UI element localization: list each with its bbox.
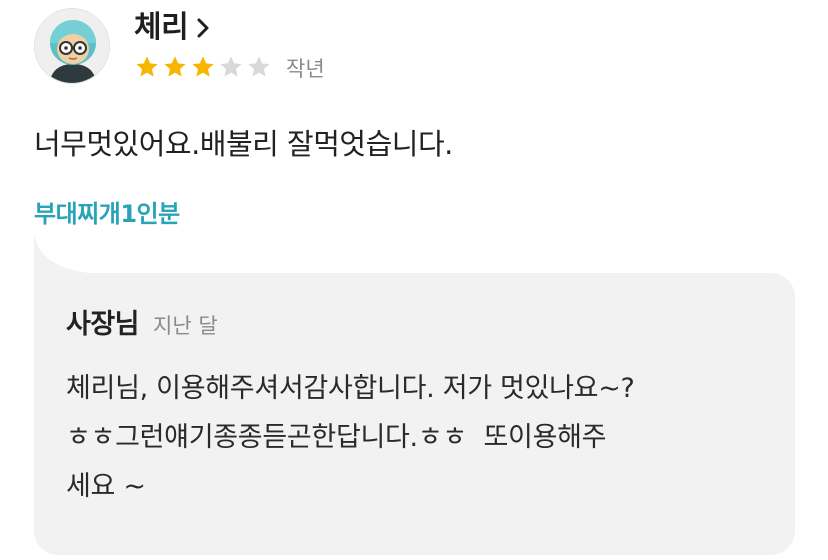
reply-date: 지난 달 <box>153 314 218 338</box>
reply-bubble-tail <box>34 234 94 278</box>
menu-tag[interactable]: 부대찌개1인분 <box>34 197 180 231</box>
star-filled-icon <box>164 56 186 77</box>
reviewer-meta: 체리 작년 <box>134 8 325 84</box>
reviewer-name-link[interactable]: 체리 <box>134 10 325 46</box>
star-filled-icon <box>192 56 214 77</box>
reply-text: 체리님, 이용해주셔서감사합니다. 저가 멋있나요~? ㅎㅎ그런얘기종종듣곤한답… <box>66 373 635 502</box>
reply-header: 사장님 지난 달 <box>66 307 763 344</box>
avatar-helmet-glasses-icon <box>35 9 109 83</box>
star-empty-icon <box>248 56 270 77</box>
review-text: 너무멋있어요.배불리 잘먹엇습니다. <box>34 127 453 161</box>
chevron-right-icon <box>196 17 210 39</box>
owner-reply: 사장님 지난 달 체리님, 이용해주셔서감사합니다. 저가 멋있나요~? ㅎㅎ그… <box>34 273 795 555</box>
star-empty-icon <box>220 56 242 77</box>
rating-row: 작년 <box>134 54 325 84</box>
review-date: 작년 <box>286 57 325 81</box>
star-rating <box>134 54 274 84</box>
star-filled-icon <box>136 56 158 77</box>
owner-name: 사장님 <box>66 309 140 340</box>
review-header: 체리 작년 <box>34 8 325 84</box>
reviewer-name: 체리 <box>134 10 189 45</box>
avatar[interactable] <box>34 8 110 84</box>
